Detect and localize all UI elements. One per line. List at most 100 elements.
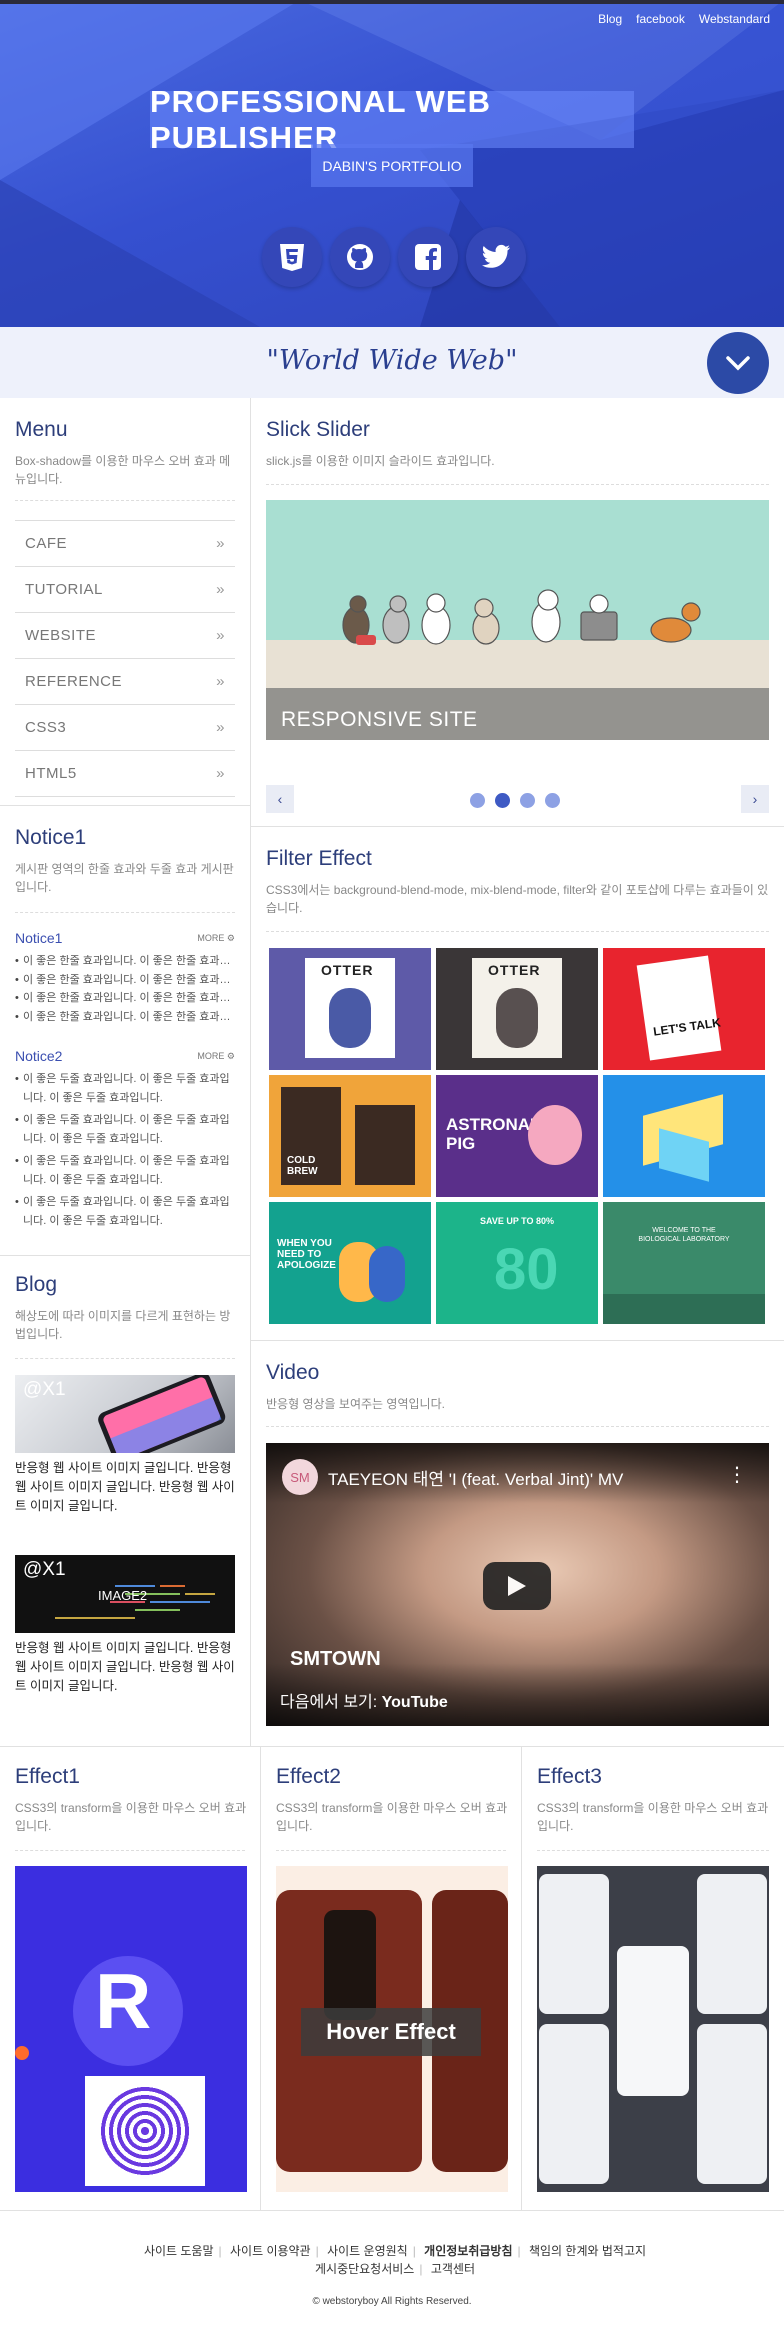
dashed-divider (266, 931, 769, 932)
blog-image-tag: @X1 (23, 1379, 66, 1400)
filter-tile[interactable] (603, 1075, 765, 1197)
slick-desc: slick.js를 이용한 이미지 슬라이드 효과입니다. (266, 454, 495, 468)
scroll-down-button[interactable] (707, 332, 769, 394)
chevron-down-icon (726, 356, 750, 371)
filter-tile[interactable]: SAVE UP TO 80% 80 (436, 1202, 598, 1324)
menu-item-label: TUTORIAL (25, 581, 103, 598)
blog-text-2: 반응형 웹 사이트 이미지 글입니다. 반응형 웹 사이트 이미지 글입니다. … (15, 1641, 235, 1693)
notice1-tab[interactable]: Notice1 (15, 930, 62, 946)
notice2-header: Notice2 MORE ⚙ (15, 1048, 235, 1064)
slogan-bar: "World Wide Web" (0, 327, 784, 398)
slider-next-button[interactable]: › (741, 785, 769, 813)
gear-icon: ⚙ (226, 1050, 235, 1061)
tile-label: SAVE UP TO 80% (480, 1216, 555, 1226)
filter-tile[interactable]: COLD BREW (269, 1075, 431, 1197)
effect1-image[interactable]: R (15, 1866, 247, 2192)
slider-dot[interactable] (545, 793, 560, 808)
notice2-tab[interactable]: Notice2 (15, 1048, 62, 1064)
menu-item-css3[interactable]: CSS3 » (15, 705, 235, 751)
dashed-divider (276, 1850, 506, 1851)
list-item[interactable]: 이 좋은 한줄 효과입니다. 이 좋은 한줄 효과입니다. 이 좋은 한줄 효과… (15, 952, 235, 971)
social-links (262, 227, 526, 287)
dashed-divider (266, 484, 769, 485)
more-vertical-icon[interactable]: ⋮ (727, 1462, 747, 1487)
menu-title: Menu (15, 418, 68, 441)
list-item[interactable]: 이 좋은 한줄 효과입니다. 이 좋은 한줄 효과입니다. 이 좋은 한줄 효과… (15, 971, 235, 990)
notice1-more-link[interactable]: MORE ⚙ (197, 933, 235, 944)
html5-icon[interactable] (262, 227, 322, 287)
effect1-section: Effect1 CSS3의 transform을 이용한 마우스 오버 효과입니… (15, 1765, 247, 1835)
play-button[interactable] (483, 1562, 551, 1610)
slider-prev-button[interactable]: ‹ (266, 785, 294, 813)
effect3-section: Effect3 CSS3의 transform을 이용한 마우스 오버 효과입니… (537, 1765, 769, 1835)
footer-link-privacy[interactable]: 개인정보취급방침 (424, 2244, 512, 2258)
effect-desc: CSS3의 transform을 이용한 마우스 오버 효과입니다. (276, 1801, 508, 1833)
menu-item-html5[interactable]: HTML5 » (15, 751, 235, 797)
list-item[interactable]: 이 좋은 두줄 효과입니다. 이 좋은 두줄 효과입니다. 이 좋은 두줄 효과… (15, 1070, 235, 1108)
list-item[interactable]: 이 좋은 두줄 효과입니다. 이 좋은 두줄 효과입니다. 이 좋은 두줄 효과… (15, 1193, 235, 1231)
column-divider (250, 398, 251, 1746)
slider-dots (470, 793, 560, 808)
double-chevron-right-icon: » (216, 719, 225, 736)
channel-watermark: SMTOWN (290, 1648, 381, 1670)
top-link-webstandard[interactable]: Webstandard (699, 12, 770, 26)
menu-item-label: CAFE (25, 535, 68, 552)
footer-link-support[interactable]: 고객센터 (431, 2262, 475, 2276)
blog-text-1: 반응형 웹 사이트 이미지 글입니다. 반응형 웹 사이트 이미지 글입니다. … (15, 1461, 235, 1513)
filter-tile[interactable]: OTTER (436, 948, 598, 1070)
effect-title: Effect2 (276, 1765, 341, 1788)
tile-label: COLD BREW (287, 1155, 318, 1177)
menu-item-label: CSS3 (25, 719, 67, 736)
menu-item-label: REFERENCE (25, 673, 123, 690)
list-item[interactable]: 이 좋은 한줄 효과입니다. 이 좋은 한줄 효과입니다. 이 좋은 한줄 효과… (15, 1008, 235, 1027)
footer-link-help[interactable]: 사이트 도움말 (144, 2244, 214, 2258)
column-divider (260, 1746, 261, 2210)
menu-item-cafe[interactable]: CAFE » (15, 521, 235, 567)
dashed-divider (15, 1358, 235, 1359)
watch-on-youtube[interactable]: 다음에서 보기: YouTube (280, 1688, 448, 1712)
filter-tile[interactable]: WELCOME TO THE BIOLOGICAL LABORATORY (603, 1202, 765, 1324)
channel-avatar[interactable]: SM (282, 1459, 318, 1495)
menu-item-tutorial[interactable]: TUTORIAL » (15, 567, 235, 613)
slider-image[interactable] (266, 500, 769, 740)
list-item[interactable]: 이 좋은 두줄 효과입니다. 이 좋은 두줄 효과입니다. 이 좋은 두줄 효과… (15, 1111, 235, 1149)
menu-item-website[interactable]: WEBSITE » (15, 613, 235, 659)
video-title: Video (266, 1361, 320, 1384)
footer-link-takedown[interactable]: 게시중단요청서비스 (315, 2262, 414, 2276)
filter-tile[interactable]: OTTER (269, 948, 431, 1070)
hover-effect-label: Hover Effect (301, 2008, 481, 2056)
video-player-title[interactable]: TAEYEON 태연 'I (feat. Verbal Jint)' MV (328, 1465, 623, 1490)
column-divider (521, 1746, 522, 2210)
notice-section: Notice1 게시판 영역의 한줄 효과와 두줄 효과 게시판입니다. (15, 826, 235, 896)
dashed-divider (15, 912, 235, 913)
facebook-icon[interactable] (398, 227, 458, 287)
blog-image-1[interactable]: @X1 (15, 1375, 235, 1453)
footer-link-legal[interactable]: 책임의 한계와 법적고지 (529, 2244, 646, 2258)
site-subtitle: DABIN'S PORTFOLIO (311, 144, 473, 187)
double-chevron-right-icon: » (216, 581, 225, 598)
slider-dot[interactable] (470, 793, 485, 808)
notice1-list: 이 좋은 한줄 효과입니다. 이 좋은 한줄 효과입니다. 이 좋은 한줄 효과… (15, 952, 235, 1026)
menu-item-reference[interactable]: REFERENCE » (15, 659, 235, 705)
divider (250, 1340, 784, 1341)
notice2-more-link[interactable]: MORE ⚙ (197, 1051, 235, 1062)
top-link-facebook[interactable]: facebook (636, 12, 685, 26)
filter-desc: CSS3에서는 background-blend-mode, mix-blend… (266, 883, 769, 915)
filter-tile[interactable]: LET'S TALK (603, 948, 765, 1070)
footer-link-terms[interactable]: 사이트 이용약관 (230, 2244, 311, 2258)
list-item[interactable]: 이 좋은 두줄 효과입니다. 이 좋은 두줄 효과입니다. 이 좋은 두줄 효과… (15, 1152, 235, 1190)
slide-caption-desc: 슬라이드 플러그인을 이용한 반응형 이미지 슬라이드입니다. (281, 748, 652, 765)
slider-dot[interactable] (495, 793, 510, 808)
blog-image-2[interactable]: @X1 IMAGE2 (15, 1555, 235, 1633)
top-link-blog[interactable]: Blog (598, 12, 622, 26)
filter-tile[interactable]: WHEN YOU NEED TO APOLOGIZE (269, 1202, 431, 1324)
footer-link-policy[interactable]: 사이트 운영원칙 (327, 2244, 408, 2258)
twitter-icon[interactable] (466, 227, 526, 287)
list-item[interactable]: 이 좋은 한줄 효과입니다. 이 좋은 한줄 효과입니다. 이 좋은 한줄 효과… (15, 989, 235, 1008)
slogan-text: "World Wide Web" (266, 345, 518, 376)
github-icon[interactable] (330, 227, 390, 287)
effect3-image[interactable] (537, 1866, 769, 2192)
filter-tile[interactable]: ASTRONAUT PIG (436, 1075, 598, 1197)
slider-dot[interactable] (520, 793, 535, 808)
divider (0, 1746, 784, 1747)
